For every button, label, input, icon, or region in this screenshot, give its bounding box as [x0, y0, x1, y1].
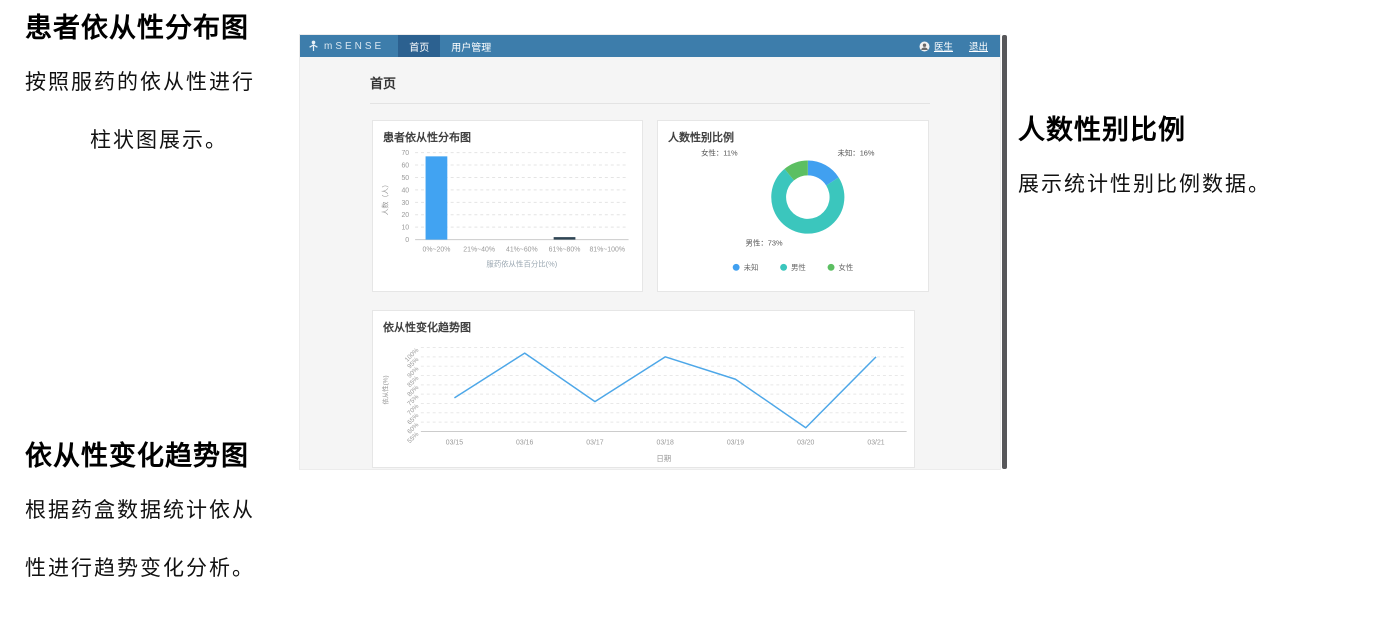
annotation-text: 根据药盒数据统计依从 — [25, 494, 255, 524]
compliance-distribution-panel: 患者依从性分布图 0 10 20 30 40 50 60 70 0%~20% 21%~40% 41%… — [372, 120, 643, 292]
user-menu[interactable]: 医生 — [919, 39, 953, 53]
bar-chart: 0 10 20 30 40 50 60 70 0%~20% 21%~40% 41%~60% 61%~8… — [373, 121, 642, 291]
compliance-trend-panel: 依从性变化趋势图 55%60%65%70%75%80%85%90%95%100%… — [372, 310, 915, 468]
svg-text:日期: 日期 — [656, 454, 671, 463]
svg-text:20: 20 — [401, 212, 409, 219]
svg-text:10: 10 — [401, 225, 409, 232]
annotation-text: 按照服药的依从性进行 — [25, 66, 255, 96]
annotation-title-bar-chart: 患者依从性分布图 — [25, 6, 249, 45]
annotation-text: 柱状图展示。 — [25, 124, 293, 154]
navbar-right: 医生 退出 — [919, 35, 1000, 57]
svg-text:03/15: 03/15 — [446, 439, 463, 446]
top-navbar: mSENSE 首页 用户管理 医生 退出 — [300, 35, 1000, 57]
svg-text:61%~80%: 61%~80% — [549, 246, 581, 253]
gender-ratio-panel: 人数性别比例 女性：11% 未知：16% 男性：73% 未知 男性 女性 — [657, 120, 929, 292]
user-menu-label: 医生 — [934, 39, 953, 53]
app-logo: mSENSE — [300, 35, 398, 57]
svg-text:03/16: 03/16 — [516, 439, 533, 446]
donut-chart: 女性：11% 未知：16% 男性：73% 未知 男性 女性 — [658, 121, 928, 291]
line-chart-title: 依从性变化趋势图 — [383, 319, 471, 335]
svg-text:60: 60 — [401, 163, 409, 170]
svg-text:女性: 女性 — [838, 262, 853, 272]
svg-text:41%~60%: 41%~60% — [506, 246, 538, 253]
svg-text:未知: 未知 — [744, 262, 759, 272]
svg-text:03/21: 03/21 — [867, 439, 884, 446]
page-content: 首页 患者依从性分布图 0 10 20 30 40 50 60 70 0%~20% 21%~40%… — [300, 57, 1000, 469]
svg-text:81%~100%: 81%~100% — [589, 246, 625, 253]
bar-chart-title: 患者依从性分布图 — [383, 129, 471, 145]
svg-text:0%~20%: 0%~20% — [423, 246, 451, 253]
svg-text:人数（人）: 人数（人） — [380, 181, 389, 216]
top-panels-row: 患者依从性分布图 0 10 20 30 40 50 60 70 0%~20% 21%~40% 41%… — [372, 120, 1000, 292]
svg-text:40: 40 — [401, 187, 409, 194]
svg-text:50: 50 — [401, 175, 409, 182]
svg-text:03/18: 03/18 — [657, 439, 674, 446]
annotation-text: 性进行趋势变化分析。 — [25, 552, 255, 582]
donut-chart-title: 人数性别比例 — [668, 129, 734, 145]
svg-text:21%~40%: 21%~40% — [463, 246, 495, 253]
tab-home[interactable]: 首页 — [398, 35, 440, 57]
annotation-title-trend-chart: 依从性变化趋势图 — [25, 434, 249, 473]
annotation-title-gender-ratio: 人数性别比例 — [1018, 108, 1186, 147]
svg-text:70: 70 — [401, 150, 409, 157]
logout-link[interactable]: 退出 — [969, 39, 988, 53]
avatar-icon — [919, 41, 930, 52]
svg-text:03/20: 03/20 — [797, 439, 814, 446]
svg-text:0: 0 — [405, 237, 409, 244]
svg-text:03/17: 03/17 — [586, 439, 603, 446]
svg-text:未知：16%: 未知：16% — [837, 148, 874, 158]
svg-text:男性：73%: 男性：73% — [746, 238, 783, 248]
annotation-text: 展示统计性别比例数据。 — [1018, 168, 1271, 198]
svg-text:03/19: 03/19 — [727, 439, 744, 446]
app-logo-text: mSENSE — [324, 41, 384, 52]
svg-text:男性: 男性 — [791, 262, 806, 272]
svg-text:女性：11%: 女性：11% — [701, 148, 738, 158]
svg-text:30: 30 — [401, 200, 409, 207]
svg-text:依从性(%): 依从性(%) — [380, 375, 389, 404]
tab-user-management[interactable]: 用户管理 — [440, 35, 502, 57]
svg-text:服药依从性百分比(%): 服药依从性百分比(%) — [486, 258, 557, 268]
page-title: 首页 — [370, 57, 930, 104]
msense-logo-icon — [308, 40, 319, 52]
dashboard-screenshot: mSENSE 首页 用户管理 医生 退出 首页 患者 — [300, 35, 1000, 469]
browser-scrollbar[interactable] — [1002, 35, 1007, 469]
slide-canvas: 患者依从性分布图 按照服药的依从性进行 柱状图展示。 依从性变化趋势图 根据药盒… — [0, 0, 1400, 619]
